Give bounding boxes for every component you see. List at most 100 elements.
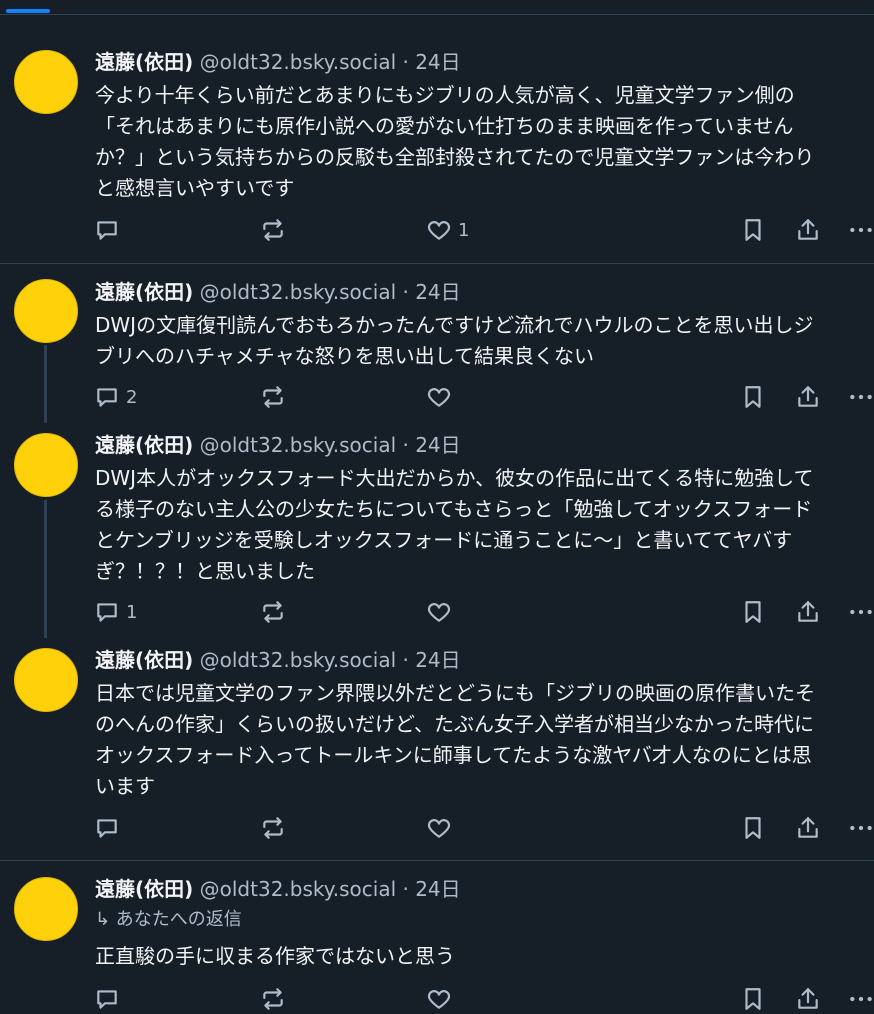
share-button[interactable] xyxy=(795,215,821,245)
author-name[interactable]: 遠藤(依田) xyxy=(95,877,193,901)
like-button[interactable] xyxy=(426,382,458,412)
repost-button[interactable] xyxy=(260,984,292,1014)
avatar[interactable] xyxy=(14,50,78,114)
replies-count: 1 xyxy=(126,601,138,623)
reply-icon xyxy=(94,599,120,625)
author-handle[interactable]: @oldt32.bsky.social xyxy=(200,50,396,74)
bookmark-icon xyxy=(740,599,766,625)
share-button[interactable] xyxy=(795,382,821,412)
author-handle[interactable]: @oldt32.bsky.social xyxy=(200,280,396,304)
replies-count: 2 xyxy=(126,386,138,408)
repost-button[interactable] xyxy=(260,597,292,627)
reply-icon xyxy=(94,217,120,243)
share-icon xyxy=(795,384,821,410)
share-icon xyxy=(795,986,821,1012)
post-text-line: ぎ？！？！と思いました xyxy=(95,559,315,583)
reply-to-label[interactable]: ↳ あなたへの返信 xyxy=(95,908,242,932)
repost-icon xyxy=(260,599,286,625)
bookmark-button[interactable] xyxy=(740,382,766,412)
share-button[interactable] xyxy=(795,984,821,1014)
like-icon xyxy=(426,384,452,410)
post-timestamp[interactable]: 24日 xyxy=(415,648,460,672)
like-button[interactable] xyxy=(426,813,458,843)
post-text-line: 今より十年くらい前だとあまりにもジブリの人気が高く、児童文学ファン側の xyxy=(95,83,795,107)
post-actions xyxy=(0,813,874,843)
more-options-button[interactable] xyxy=(848,984,874,1014)
share-button[interactable] xyxy=(795,813,821,843)
author-handle[interactable]: @oldt32.bsky.social xyxy=(200,877,396,901)
more-icon xyxy=(848,217,874,243)
avatar[interactable] xyxy=(14,279,78,343)
author-name[interactable]: 遠藤(依田) xyxy=(95,648,193,672)
post-text-line: と感想言いやすいです xyxy=(95,176,295,200)
like-icon xyxy=(426,599,452,625)
more-options-button[interactable] xyxy=(848,215,874,245)
share-icon xyxy=(795,599,821,625)
repost-icon xyxy=(260,986,286,1012)
post-divider xyxy=(0,860,874,861)
reply-button[interactable]: 1 xyxy=(94,597,137,627)
bookmark-button[interactable] xyxy=(740,215,766,245)
reply-button[interactable]: 2 xyxy=(94,382,137,412)
post-text: DWJ本人がオックスフォード大出だからか、彼女の作品に出てくる特に勉強して る様子… xyxy=(95,463,874,587)
more-icon xyxy=(848,986,874,1012)
like-icon xyxy=(426,815,452,841)
more-options-button[interactable] xyxy=(848,382,874,412)
avatar[interactable] xyxy=(14,877,78,941)
author-handle[interactable]: @oldt32.bsky.social xyxy=(200,648,396,672)
more-options-button[interactable] xyxy=(848,813,874,843)
post-text-line: か？」という気持ちからの反駁も全部封殺されてたので児童文学ファンは今わり xyxy=(95,145,815,169)
separator-dot: · xyxy=(402,877,409,901)
active-tab-indicator xyxy=(6,9,50,13)
bookmark-button[interactable] xyxy=(740,597,766,627)
reply-button[interactable] xyxy=(94,215,126,245)
author-name[interactable]: 遠藤(依田) xyxy=(95,50,193,74)
post-divider xyxy=(0,263,874,264)
more-icon xyxy=(848,815,874,841)
post-text-line: 日本では児童文学のファン界隈以外だとどうにも「ジブリの映画の原作書いたそ xyxy=(95,681,815,705)
avatar[interactable] xyxy=(14,433,78,497)
bookmark-button[interactable] xyxy=(740,813,766,843)
share-icon xyxy=(795,815,821,841)
post-header: 遠藤(依田) @oldt32.bsky.social · 24日 xyxy=(95,876,461,902)
post-text: 日本では児童文学のファン界隈以外だとどうにも「ジブリの映画の原作書いたそ のへんの… xyxy=(95,678,874,802)
post-timestamp[interactable]: 24日 xyxy=(415,433,460,457)
like-button[interactable] xyxy=(426,597,458,627)
author-name[interactable]: 遠藤(依田) xyxy=(95,433,193,457)
post-text-line: オックスフォード入ってトールキンに師事してたような激ヤバ才人なのにとは思 xyxy=(95,743,812,767)
bookmark-icon xyxy=(740,217,766,243)
post-actions: 1 xyxy=(0,215,874,245)
separator-dot: · xyxy=(402,280,409,304)
share-icon xyxy=(795,217,821,243)
more-options-button[interactable] xyxy=(848,597,874,627)
bookmark-icon xyxy=(740,815,766,841)
bookmark-button[interactable] xyxy=(740,984,766,1014)
author-handle[interactable]: @oldt32.bsky.social xyxy=(200,433,396,457)
reply-button[interactable] xyxy=(94,813,126,843)
like-button[interactable] xyxy=(426,984,458,1014)
post-text-line: のへんの作家」くらいの扱いだけど、たぶん女子入学者が相当少なかった時代に xyxy=(95,712,814,736)
avatar[interactable] xyxy=(14,648,78,712)
top-tab-bar xyxy=(0,0,874,15)
post-text-line: る様子のない主人公の少女たちについてもさらっと「勉強してオックスフォード xyxy=(95,497,813,521)
author-name[interactable]: 遠藤(依田) xyxy=(95,280,193,304)
like-button[interactable]: 1 xyxy=(426,215,469,245)
reply-icon xyxy=(94,986,120,1012)
post-header: 遠藤(依田) @oldt32.bsky.social · 24日 xyxy=(95,49,461,75)
post-timestamp[interactable]: 24日 xyxy=(415,50,460,74)
separator-dot: · xyxy=(402,433,409,457)
separator-dot: · xyxy=(402,50,409,74)
post-actions: 1 xyxy=(0,597,874,627)
like-icon xyxy=(426,986,452,1012)
post-text-line: います xyxy=(95,774,155,798)
repost-button[interactable] xyxy=(260,215,292,245)
share-button[interactable] xyxy=(795,597,821,627)
reply-button[interactable] xyxy=(94,984,126,1014)
separator-dot: · xyxy=(402,648,409,672)
repost-button[interactable] xyxy=(260,813,292,843)
post-timestamp[interactable]: 24日 xyxy=(415,877,460,901)
repost-icon xyxy=(260,217,286,243)
repost-button[interactable] xyxy=(260,382,292,412)
reply-icon xyxy=(94,815,120,841)
post-timestamp[interactable]: 24日 xyxy=(415,280,460,304)
